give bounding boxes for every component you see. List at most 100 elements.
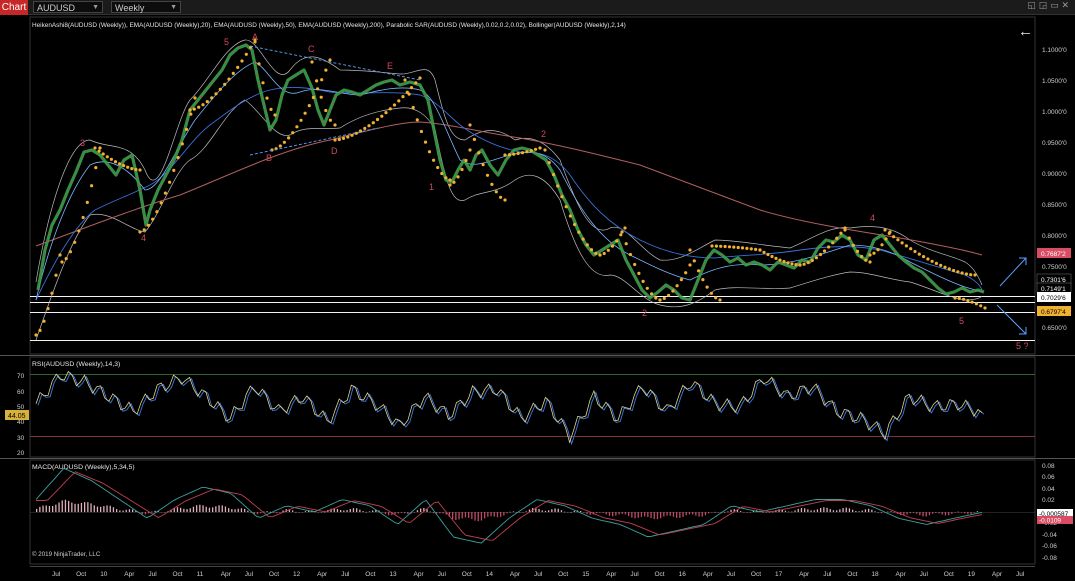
macd-bar [477, 512, 479, 522]
sar-dot [847, 236, 851, 240]
sar-dot [346, 135, 350, 139]
macd-bar [874, 511, 876, 512]
rsi-panel[interactable] [29, 356, 1036, 458]
sar-dot [409, 86, 414, 90]
macd-tick-label: 0.04 [1042, 486, 1055, 493]
sar-dot [333, 138, 337, 142]
sar-dot [159, 201, 163, 205]
macd-bar [608, 512, 611, 516]
sar-dot [172, 168, 176, 172]
macd-bar [84, 502, 86, 512]
macd-bar [205, 506, 207, 512]
sar-dot [282, 140, 286, 144]
macd-bar [452, 512, 454, 520]
x-tick-label: Oct [751, 571, 761, 578]
macd-bar [244, 508, 246, 512]
macd-bar [500, 512, 502, 517]
price-badges: 0.7687'2 0.7301'6 0.7149'1 0.7029'6 0.67… [1036, 248, 1072, 316]
price-panel[interactable] [29, 16, 1036, 355]
sar-dot [307, 104, 311, 108]
macd-bar [624, 512, 627, 515]
wave-label: 1 [429, 182, 434, 192]
wave-label: A [252, 32, 258, 42]
sar-dot [122, 164, 126, 168]
sar-dot [201, 103, 205, 107]
x-tick-label: Oct [847, 571, 857, 578]
macd-bar [656, 512, 659, 520]
sar-dot [50, 291, 54, 295]
macd-bar [704, 512, 707, 516]
sar-dot [452, 180, 456, 184]
sar-dot [440, 171, 444, 176]
y-tick-label: 1.0500'0 [1042, 78, 1067, 85]
sar-dot [688, 248, 692, 252]
macd-bar [176, 507, 179, 512]
macd-bar [928, 512, 931, 516]
sar-dot [223, 82, 227, 86]
sar-dot [265, 96, 269, 100]
sar-dot [34, 333, 38, 337]
sar-dot [188, 108, 192, 112]
y-tick-label: 1.1000'0 [1042, 47, 1067, 54]
sar-dot [105, 155, 109, 159]
macd-bar [708, 512, 710, 514]
sar-dot [822, 249, 827, 253]
macd-bar [794, 510, 796, 512]
macd-bar [365, 511, 367, 513]
macd-bar [746, 512, 748, 513]
macd-bar [701, 512, 703, 517]
macd-bar [602, 512, 604, 513]
wave-label: 5 [959, 316, 964, 326]
sar-dot [319, 95, 323, 99]
chart-canvas[interactable]: HeikenAshi8(AUDUSD (Weekly)), EMA(AUDUSD… [0, 0, 1075, 581]
macd-bar [394, 512, 396, 515]
macd-bar [400, 512, 403, 513]
x-tick-label: Apr [414, 571, 425, 578]
sar-dot [371, 121, 375, 125]
sar-dot [468, 123, 472, 127]
macd-bar [788, 511, 790, 513]
rsi-tick-label: 50 [17, 404, 25, 411]
macd-bar [960, 512, 963, 513]
sar-dot [415, 118, 419, 122]
sar-dot [957, 296, 961, 300]
sar-dot [54, 273, 58, 277]
sar-dot [448, 183, 452, 187]
macd-bar [189, 508, 191, 512]
macd-bar [711, 512, 713, 513]
macd-bar [800, 508, 803, 512]
sar-dot [418, 76, 422, 80]
sar-dot [637, 271, 641, 275]
rsi-tick-label: 20 [17, 450, 25, 457]
macd-bar [877, 512, 879, 513]
sar-dot [93, 146, 97, 150]
macd-bar [938, 512, 940, 514]
sar-dot [350, 133, 354, 137]
x-tick-label: Apr [124, 571, 135, 578]
macd-bar [202, 505, 204, 512]
macd-bar [36, 508, 38, 512]
sar-dot [762, 250, 766, 254]
macd-bar [666, 512, 668, 516]
sar-dot [577, 230, 581, 234]
macd-bar [119, 510, 121, 512]
macd-tick-label: -0.06 [1042, 543, 1057, 550]
sar-dot [697, 269, 701, 273]
macd-bar [426, 509, 428, 512]
macd-bar [266, 511, 268, 512]
sar-dot [341, 136, 346, 140]
back-arrow-icon[interactable]: ← [1018, 23, 1033, 40]
sar-dot [113, 160, 118, 164]
sar-dot [855, 249, 860, 253]
sar-dot [589, 248, 594, 252]
macd-bar [964, 512, 966, 514]
macd-bar [68, 500, 70, 512]
sar-dot [671, 289, 675, 293]
sar-dot [244, 52, 248, 56]
macd-bar [52, 505, 54, 512]
macd-bar [612, 512, 614, 517]
macd-bar [432, 512, 435, 514]
sar-dot [98, 146, 102, 150]
macd-bar [631, 512, 633, 518]
macd-bar [45, 505, 47, 512]
